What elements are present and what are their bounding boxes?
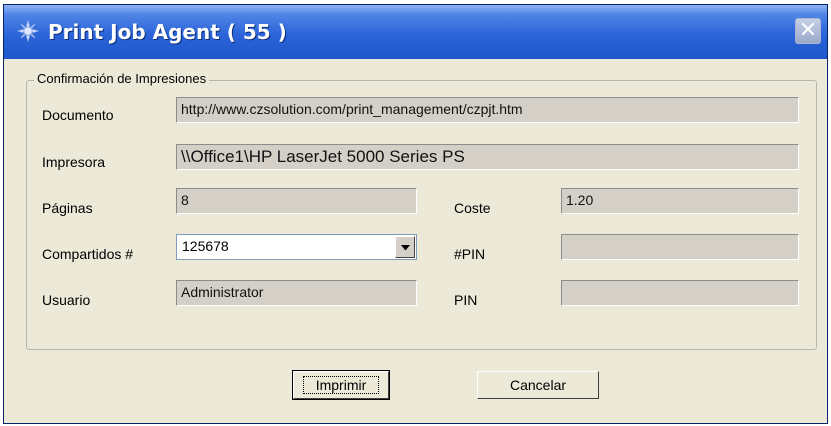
paginas-field: 8: [176, 188, 417, 214]
chevron-down-icon: [400, 238, 410, 256]
print-button[interactable]: Imprimir: [292, 370, 390, 400]
dropdown-button[interactable]: [395, 236, 415, 258]
coste-label: Coste: [454, 200, 491, 216]
cancel-button-label: Cancelar: [509, 377, 567, 393]
window-title: Print Job Agent ( 55 ): [48, 20, 287, 44]
print-job-agent-dialog: Print Job Agent ( 55 ) Confirmación de I…: [3, 4, 828, 424]
pin-label: PIN: [454, 292, 478, 308]
compartidos-label: Compartidos #: [42, 246, 134, 262]
print-button-label: Imprimir: [302, 376, 380, 394]
documento-label: Documento: [42, 107, 114, 123]
impresora-field: \\Office1\HP LaserJet 5000 Series PS: [176, 144, 799, 170]
pin-field[interactable]: [561, 280, 799, 306]
group-title: Confirmación de Impresiones: [34, 71, 210, 86]
cancel-button[interactable]: Cancelar: [477, 371, 599, 399]
title-bar[interactable]: Print Job Agent ( 55 ): [4, 5, 827, 59]
printer-agent-icon: [16, 19, 40, 43]
close-button[interactable]: [795, 18, 821, 44]
pin-hash-label: #PIN: [454, 246, 486, 262]
documento-field: http://www.czsolution.com/print_manageme…: [176, 97, 799, 123]
compartidos-select[interactable]: 125678: [176, 234, 417, 260]
compartidos-value: 125678: [182, 238, 229, 254]
usuario-field: Administrator: [176, 280, 417, 306]
coste-field: 1.20: [561, 188, 799, 214]
close-icon: [801, 22, 815, 41]
paginas-label: Páginas: [42, 200, 93, 216]
usuario-label: Usuario: [42, 292, 91, 308]
impresora-label: Impresora: [42, 154, 106, 170]
pin-hash-field[interactable]: [561, 234, 799, 260]
